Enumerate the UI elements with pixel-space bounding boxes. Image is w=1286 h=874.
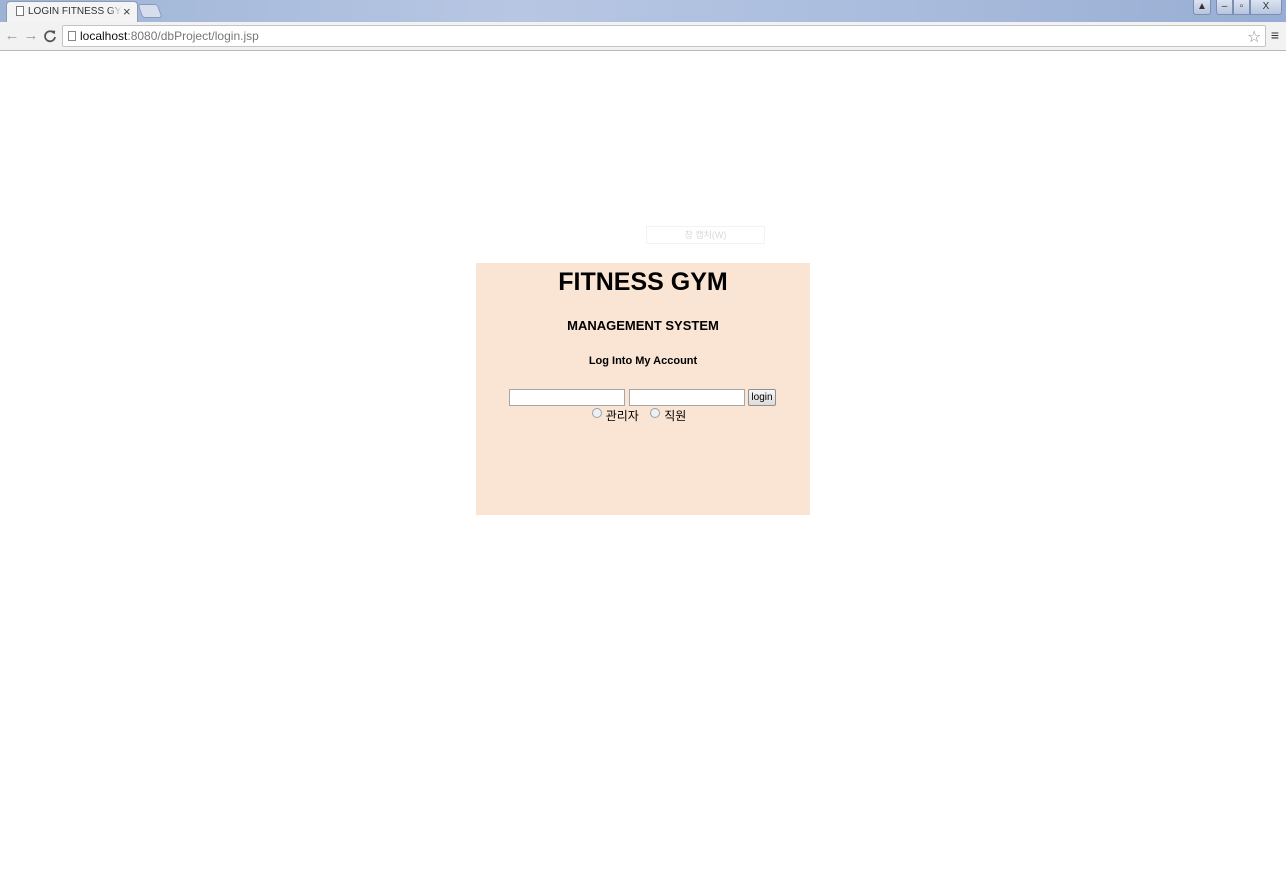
browser-titlebar: LOGIN FITNESS GYM SYSTEM × ▲ – ▫ X [0, 0, 1286, 22]
new-tab-button[interactable] [137, 4, 163, 18]
browser-menu-icon[interactable]: ≡ [1268, 26, 1282, 46]
maximize-button[interactable]: ▫ [1233, 0, 1250, 15]
role-radio-staff[interactable] [650, 408, 661, 418]
minimize-button[interactable]: – [1216, 0, 1233, 15]
page-title: FITNESS GYM [558, 268, 728, 296]
page-subtitle: MANAGEMENT SYSTEM [567, 318, 719, 333]
user-icon[interactable]: ▲ [1193, 0, 1211, 15]
window-close-button[interactable]: X [1250, 0, 1282, 15]
url-path: :8080/dbProject/login.jsp [127, 29, 259, 43]
reload-icon[interactable] [41, 25, 59, 47]
address-bar[interactable]: localhost:8080/dbProject/login.jsp ☆ [62, 25, 1266, 47]
password-input[interactable] [629, 389, 745, 406]
browser-toolbar: ← → localhost:8080/dbProject/login.jsp ☆… [0, 22, 1286, 51]
reload-icon-graphic [44, 30, 56, 43]
user-id-input[interactable] [509, 389, 625, 406]
page-icon [68, 31, 76, 41]
close-icon[interactable]: × [123, 4, 131, 20]
tab-title: LOGIN FITNESS GYM SYSTEM [28, 6, 122, 17]
bookmark-star-icon[interactable]: ☆ [1247, 27, 1261, 47]
browser-tab-active[interactable]: LOGIN FITNESS GYM SYSTEM × [6, 1, 138, 22]
login-panel: FITNESS GYM MANAGEMENT SYSTEM Log Into M… [476, 263, 810, 515]
login-heading: Log Into My Account [588, 355, 698, 367]
url-text[interactable]: localhost:8080/dbProject/login.jsp [80, 29, 259, 43]
capture-hint: 창 캡처(W) [646, 226, 765, 244]
page-icon [16, 6, 24, 16]
role-radio-admin[interactable] [591, 408, 602, 418]
back-arrow-icon[interactable]: ← [3, 25, 21, 47]
url-host: localhost [80, 29, 128, 43]
login-button[interactable]: login [748, 389, 776, 406]
role-label-admin: 관리자 [605, 409, 639, 423]
forward-arrow-icon[interactable]: → [22, 25, 40, 47]
role-selector: 관리자 직원 [476, 407, 810, 424]
role-label-staff: 직원 [664, 409, 687, 423]
